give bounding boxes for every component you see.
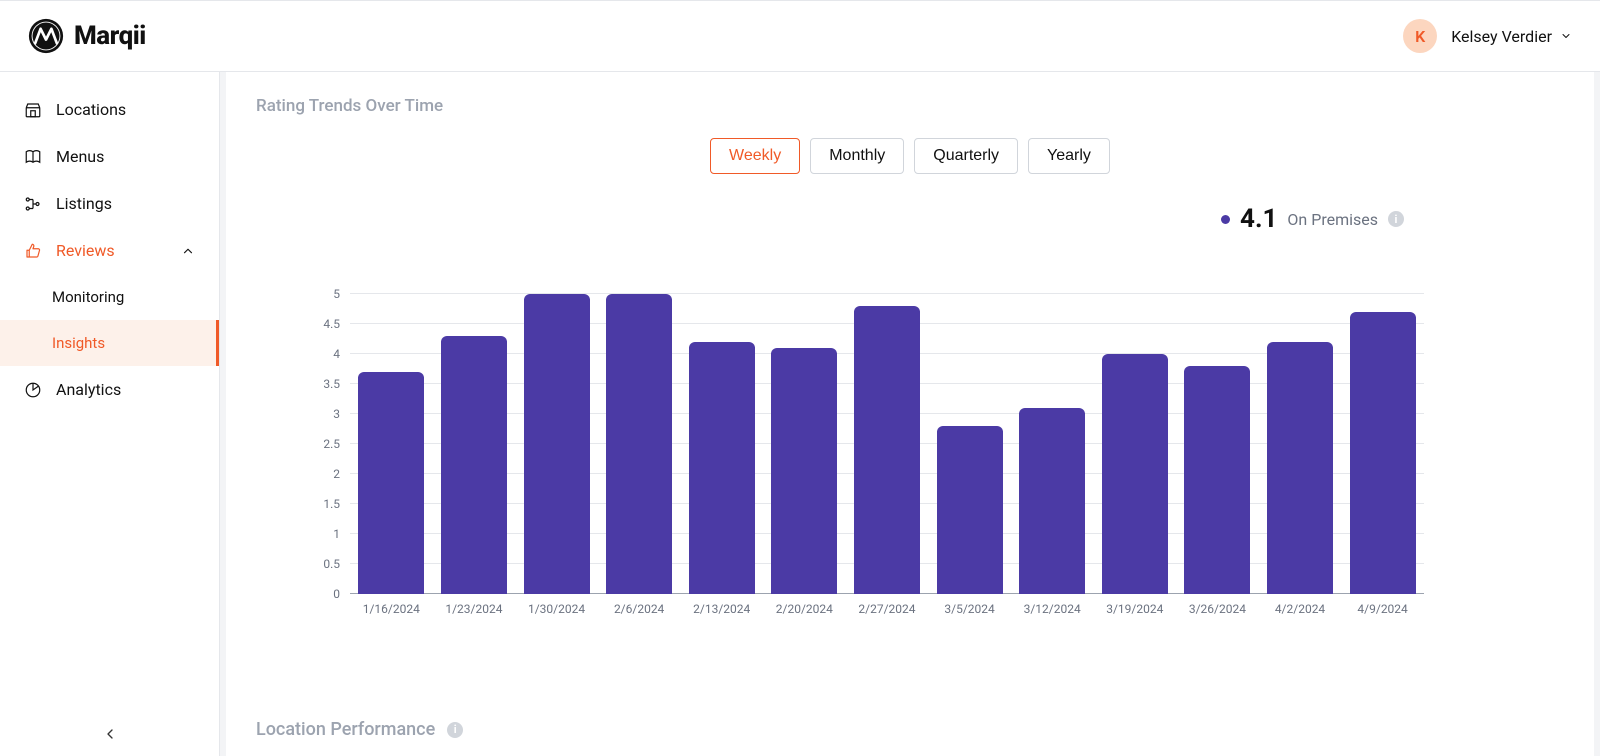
period-tabs: Weekly Monthly Quarterly Yearly — [256, 138, 1564, 174]
sidebar-item-label: Menus — [56, 147, 104, 166]
rating-trends-chart: 00.511.522.533.544.55 1/16/20241/23/2024… — [316, 294, 1424, 624]
sidebar-item-menus[interactable]: Menus — [0, 133, 219, 180]
x-axis-label: 2/27/2024 — [858, 602, 915, 616]
location-performance-heading: Location Performance i — [256, 719, 463, 740]
sidebar-item-monitoring[interactable]: Monitoring — [0, 274, 219, 320]
y-axis-tick: 0 — [333, 587, 340, 601]
chart-bar[interactable] — [771, 348, 837, 594]
chart-bar[interactable] — [1102, 354, 1168, 594]
chart-bar[interactable] — [689, 342, 755, 594]
x-axis-label: 1/23/2024 — [445, 602, 502, 616]
sidebar-item-label: Reviews — [56, 241, 115, 260]
chart-bar[interactable] — [1350, 312, 1416, 594]
y-axis-tick: 5 — [333, 287, 340, 301]
sidebar-item-label: Listings — [56, 194, 112, 213]
sidebar-item-analytics[interactable]: Analytics — [0, 366, 219, 413]
chevron-down-icon — [1560, 30, 1572, 42]
y-axis-tick: 1 — [333, 527, 340, 541]
user-menu[interactable]: K Kelsey Verdier — [1403, 19, 1572, 53]
y-axis-tick: 1.5 — [323, 497, 340, 511]
bar-slot: 4/2/2024 — [1259, 294, 1342, 594]
y-axis-tick: 4 — [333, 347, 340, 361]
y-axis-tick: 3.5 — [323, 377, 340, 391]
chevron-left-icon — [102, 726, 118, 742]
y-axis-tick: 3 — [333, 407, 340, 421]
bar-slot: 1/16/2024 — [350, 294, 433, 594]
bar-slot: 3/12/2024 — [1011, 294, 1094, 594]
chevron-up-icon — [181, 244, 195, 258]
sidebar: Locations Menus Listings Reviews — [0, 72, 220, 756]
chart-legend: 4.1 On Premises i — [256, 204, 1564, 234]
bar-slot: 2/20/2024 — [763, 294, 846, 594]
legend-color-dot — [1221, 215, 1230, 224]
y-axis-tick: 0.5 — [323, 557, 340, 571]
bar-slot: 3/5/2024 — [928, 294, 1011, 594]
collapse-sidebar-button[interactable] — [98, 722, 122, 746]
x-axis-label: 3/26/2024 — [1189, 602, 1246, 616]
section-title: Rating Trends Over Time — [256, 96, 1564, 116]
brand-mark-icon — [28, 18, 64, 54]
bar-slot: 3/26/2024 — [1176, 294, 1259, 594]
x-axis-label: 2/6/2024 — [614, 602, 664, 616]
sidebar-item-locations[interactable]: Locations — [0, 86, 219, 133]
bar-slot: 3/19/2024 — [1093, 294, 1176, 594]
chart-bar[interactable] — [854, 306, 920, 594]
tab-yearly[interactable]: Yearly — [1028, 138, 1110, 174]
x-axis-label: 4/9/2024 — [1357, 602, 1407, 616]
tab-weekly[interactable]: Weekly — [710, 138, 800, 174]
chart-bar[interactable] — [358, 372, 424, 594]
y-axis-tick: 2.5 — [323, 437, 340, 451]
chart-bar[interactable] — [1019, 408, 1085, 594]
sidebar-item-label: Insights — [52, 334, 105, 352]
sidebar-item-insights[interactable]: Insights — [0, 320, 219, 366]
chart-bar[interactable] — [524, 294, 590, 594]
info-icon[interactable]: i — [447, 722, 463, 738]
tab-quarterly[interactable]: Quarterly — [914, 138, 1018, 174]
app-header: Marqii K Kelsey Verdier — [0, 0, 1600, 72]
avatar: K — [1403, 19, 1437, 53]
book-icon — [24, 148, 42, 166]
bar-slot: 2/27/2024 — [846, 294, 929, 594]
info-icon[interactable]: i — [1388, 211, 1404, 227]
brand-logo[interactable]: Marqii — [28, 18, 146, 54]
x-axis-label: 3/19/2024 — [1106, 602, 1163, 616]
store-icon — [24, 101, 42, 119]
x-axis-label: 1/16/2024 — [363, 602, 420, 616]
sidebar-item-label: Analytics — [56, 380, 121, 399]
brand-name: Marqii — [74, 21, 146, 51]
x-axis-label: 1/30/2024 — [528, 602, 585, 616]
chart-bar[interactable] — [606, 294, 672, 594]
bar-slot: 2/13/2024 — [680, 294, 763, 594]
x-axis-label: 2/13/2024 — [693, 602, 750, 616]
nodes-icon — [24, 195, 42, 213]
pie-chart-icon — [24, 381, 42, 399]
tab-monthly[interactable]: Monthly — [810, 138, 904, 174]
legend-value: 4.1 — [1240, 204, 1277, 234]
x-axis-label: 3/5/2024 — [944, 602, 994, 616]
thumbs-up-icon — [24, 242, 42, 260]
chart-bar[interactable] — [441, 336, 507, 594]
x-axis-label: 3/12/2024 — [1024, 602, 1081, 616]
bar-slot: 1/23/2024 — [433, 294, 516, 594]
bar-slot: 2/6/2024 — [598, 294, 681, 594]
chart-bar[interactable] — [1267, 342, 1333, 594]
user-name-label: Kelsey Verdier — [1451, 27, 1552, 46]
y-axis-tick: 2 — [333, 467, 340, 481]
main-content: Rating Trends Over Time Weekly Monthly Q… — [220, 72, 1600, 756]
sidebar-item-reviews[interactable]: Reviews — [0, 227, 219, 274]
sidebar-item-label: Monitoring — [52, 288, 124, 306]
x-axis-label: 2/20/2024 — [776, 602, 833, 616]
legend-label: On Premises — [1287, 210, 1378, 229]
sidebar-item-listings[interactable]: Listings — [0, 180, 219, 227]
y-axis-tick: 4.5 — [323, 317, 340, 331]
x-axis-label: 4/2/2024 — [1275, 602, 1325, 616]
bar-slot: 4/9/2024 — [1341, 294, 1424, 594]
sidebar-item-label: Locations — [56, 100, 126, 119]
chart-bar[interactable] — [937, 426, 1003, 594]
bar-slot: 1/30/2024 — [515, 294, 598, 594]
chart-bar[interactable] — [1184, 366, 1250, 594]
